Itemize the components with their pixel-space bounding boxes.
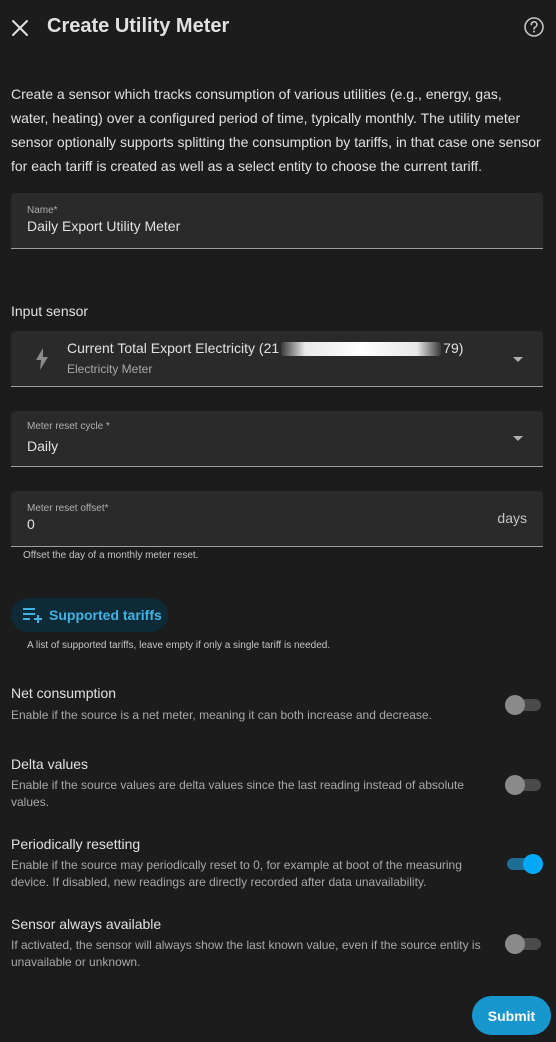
name-field[interactable]: Name* Daily Export Utility Meter <box>11 193 543 249</box>
net-consumption-description: Enable if the source is a net meter, mea… <box>11 708 432 722</box>
sensor-always-available-description: If activated, the sensor will always sho… <box>11 938 481 969</box>
toggle-thumb <box>505 934 525 954</box>
delta-values-description: Enable if the source values are delta va… <box>11 778 464 809</box>
reset-cycle-value: Daily <box>27 438 59 454</box>
dialog-header: Create Utility Meter <box>0 0 556 56</box>
periodically-resetting-title: Periodically resetting <box>11 836 141 852</box>
sensor-always-available-title: Sensor always available <box>11 916 162 932</box>
dialog-title: Create Utility Meter <box>47 15 230 37</box>
name-field-value[interactable]: Daily Export Utility Meter <box>27 218 180 234</box>
periodically-resetting-description: Enable if the source may periodically re… <box>11 858 462 889</box>
reset-offset-value[interactable]: 0 <box>27 516 35 532</box>
tariffs-helper: A list of supported tariffs, leave empty… <box>27 640 331 651</box>
playlist-plus-icon <box>23 608 42 623</box>
chevron-down-icon <box>513 357 523 362</box>
reset-offset-field[interactable]: Meter reset offset* 0 days <box>11 491 543 547</box>
net-consumption-toggle[interactable] <box>505 694 543 715</box>
redacted-text <box>281 342 442 357</box>
net-consumption-title: Net consumption <box>11 685 117 701</box>
toggle-thumb <box>505 775 525 795</box>
help-circle-icon <box>524 17 544 37</box>
supported-tariffs-button[interactable]: Supported tariffs <box>11 598 168 632</box>
reset-offset-helper: Offset the day of a monthly meter reset. <box>23 550 199 561</box>
chevron-down-icon <box>513 436 523 441</box>
close-icon <box>12 20 28 36</box>
reset-cycle-select[interactable]: Meter reset cycle * Daily <box>11 411 543 467</box>
input-sensor-entity-suffix: 79) <box>443 340 464 356</box>
input-sensor-picker[interactable]: Current Total Export Electricity (21 79) … <box>11 331 543 387</box>
periodically-resetting-toggle[interactable] <box>505 853 543 874</box>
input-sensor-subtitle: Electricity Meter <box>67 362 153 376</box>
delta-values-toggle[interactable] <box>505 774 543 795</box>
dialog-description: Create a sensor which tracks consumption… <box>11 86 541 174</box>
close-button[interactable] <box>8 12 32 44</box>
input-sensor-entity-prefix: Current Total Export Electricity (21 <box>67 340 280 356</box>
sensor-always-available-toggle[interactable] <box>505 933 543 954</box>
toggle-thumb <box>505 695 525 715</box>
reset-cycle-label: Meter reset cycle * <box>27 421 110 432</box>
reset-offset-label: Meter reset offset* <box>27 503 109 514</box>
lightning-bolt-icon <box>36 348 48 370</box>
help-button[interactable] <box>522 15 546 39</box>
delta-values-title: Delta values <box>11 756 89 772</box>
submit-button[interactable]: Submit <box>472 996 551 1035</box>
name-field-label: Name* <box>27 205 58 216</box>
input-sensor-entity: Current Total Export Electricity (21 79) <box>67 340 464 357</box>
toggle-thumb <box>523 854 543 874</box>
input-sensor-label: Input sensor <box>11 303 89 319</box>
reset-offset-unit: days <box>497 510 527 526</box>
supported-tariffs-label: Supported tariffs <box>49 607 162 623</box>
